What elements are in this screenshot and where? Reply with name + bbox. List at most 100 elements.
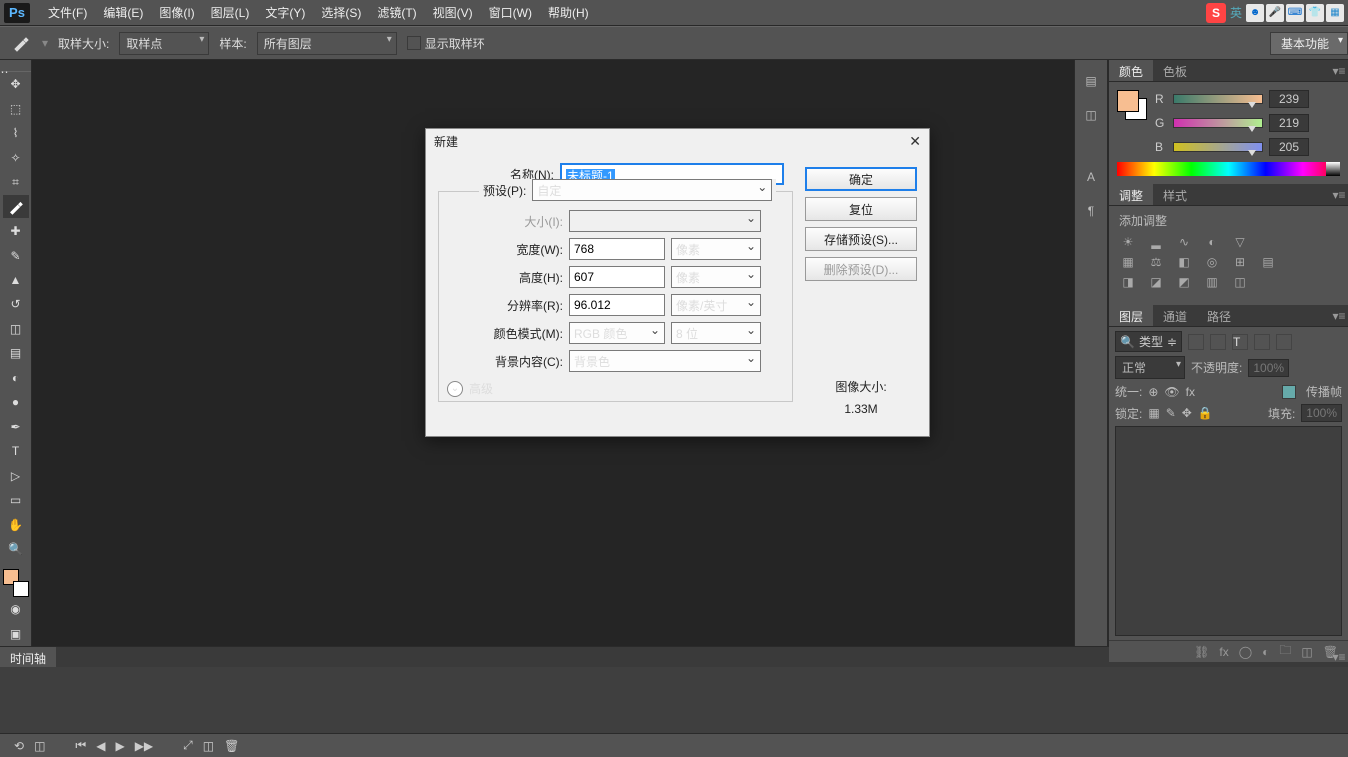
layers-list[interactable] — [1115, 426, 1342, 636]
ime-logo[interactable]: S — [1206, 3, 1226, 23]
brush-tool[interactable]: ✎ — [3, 244, 29, 266]
menu-image[interactable]: 图像(I) — [151, 4, 202, 21]
layers-panel-menu[interactable]: ▾≡ — [1330, 305, 1348, 326]
quick-mask-tool[interactable]: ◉ — [3, 598, 29, 620]
magic-wand-tool[interactable]: ✧ — [3, 146, 29, 168]
lock-all-icon[interactable]: 🔒 — [1198, 406, 1213, 420]
fill-value[interactable]: 100% — [1301, 404, 1342, 422]
adjust-layer-icon[interactable]: ◐ — [1262, 645, 1269, 659]
filter-smart-icon[interactable] — [1276, 334, 1292, 350]
height-input[interactable] — [569, 266, 665, 288]
dialog-titlebar[interactable]: 新建 ✕ — [426, 129, 929, 153]
tab-color[interactable]: 颜色 — [1109, 60, 1153, 81]
color-panel-menu[interactable]: ▾≡ — [1330, 60, 1348, 81]
marquee-tool[interactable]: ⬚ — [3, 97, 29, 119]
tl-play-icon[interactable]: ▶ — [115, 739, 124, 753]
vibrance-icon[interactable]: ▽ — [1231, 235, 1249, 249]
color-panel-swatches[interactable] — [1117, 90, 1147, 120]
tab-layers[interactable]: 图层 — [1109, 305, 1153, 326]
posterize-icon[interactable]: ◪ — [1147, 275, 1165, 289]
hue-icon[interactable]: ▦ — [1119, 255, 1137, 269]
lookup-icon[interactable]: ▤ — [1259, 255, 1277, 269]
adjust-panel-menu[interactable]: ▾≡ — [1330, 184, 1348, 205]
width-input[interactable] — [569, 238, 665, 260]
tab-swatches[interactable]: 色板 — [1153, 60, 1197, 81]
lock-pos-icon[interactable]: ✥ — [1182, 406, 1192, 420]
ime-lang[interactable]: 英 — [1230, 4, 1242, 21]
lasso-tool[interactable]: ⌇ — [3, 122, 29, 144]
paragraph-panel-icon[interactable]: ¶ — [1078, 198, 1104, 224]
hue-strip[interactable] — [1117, 162, 1340, 176]
resolution-input[interactable] — [569, 294, 665, 316]
unify-vis-icon[interactable]: 👁 — [1164, 385, 1179, 399]
ime-skin-icon[interactable]: 👕 — [1306, 4, 1324, 22]
properties-panel-icon[interactable]: ◫ — [1078, 102, 1104, 128]
unify-pos-icon[interactable]: ⊕ — [1148, 385, 1158, 399]
filter-adjust-icon[interactable] — [1210, 334, 1226, 350]
filter-shape-icon[interactable] — [1254, 334, 1270, 350]
mask-icon[interactable]: ◯ — [1239, 645, 1252, 659]
g-slider[interactable] — [1173, 118, 1263, 128]
b-value[interactable]: 205 — [1269, 138, 1309, 156]
curves-icon[interactable]: ∿ — [1175, 235, 1193, 249]
fx-icon[interactable]: fx — [1219, 645, 1228, 659]
preset-select[interactable]: 自定 — [532, 179, 772, 201]
b-slider[interactable] — [1173, 142, 1263, 152]
ok-button[interactable]: 确定 — [805, 167, 917, 191]
bitdepth-select[interactable]: 8 位 — [671, 322, 761, 344]
colormode-select[interactable]: RGB 颜色 — [569, 322, 665, 344]
menu-select[interactable]: 选择(S) — [313, 4, 369, 21]
menu-type[interactable]: 文字(Y) — [257, 4, 313, 21]
tl-delete-icon[interactable]: 🗑 — [224, 739, 239, 753]
crop-tool[interactable]: ⌗ — [3, 171, 29, 193]
type-tool[interactable]: T — [3, 440, 29, 462]
width-unit-select[interactable]: 像素 — [671, 238, 761, 260]
workspace-switcher[interactable]: 基本功能 — [1270, 32, 1348, 55]
zoom-tool[interactable]: 🔍 — [3, 538, 29, 560]
channel-mixer-icon[interactable]: ⊞ — [1231, 255, 1249, 269]
lock-pixels-icon[interactable]: ▦ — [1148, 406, 1159, 420]
r-slider[interactable] — [1173, 94, 1263, 104]
tab-paths[interactable]: 路径 — [1197, 305, 1241, 326]
bgcontent-select[interactable]: 背景色 — [569, 350, 761, 372]
tl-tween-icon[interactable]: ⟲ — [14, 739, 24, 753]
history-brush-tool[interactable]: ↺ — [3, 293, 29, 315]
character-panel-icon[interactable]: A — [1078, 164, 1104, 190]
menu-window[interactable]: 窗口(W) — [481, 4, 540, 21]
path-select-tool[interactable]: ▷ — [3, 465, 29, 487]
exposure-icon[interactable]: ◐ — [1203, 235, 1221, 249]
selective-color-icon[interactable]: ◫ — [1231, 275, 1249, 289]
screen-mode-tool[interactable]: ▣ — [3, 623, 29, 645]
filter-type-icon[interactable]: T — [1232, 334, 1248, 350]
eraser-tool[interactable]: ◫ — [3, 318, 29, 340]
opacity-value[interactable]: 100% — [1248, 359, 1289, 377]
bw-icon[interactable]: ◧ — [1175, 255, 1193, 269]
ime-keyboard-icon[interactable]: ⌨ — [1286, 4, 1304, 22]
shape-tool[interactable]: ▭ — [3, 489, 29, 511]
ime-mic-icon[interactable]: 🎤 — [1266, 4, 1284, 22]
tl-prev-icon[interactable]: ◀ — [96, 739, 105, 753]
tl-duplicate-icon[interactable]: ◫ — [34, 739, 45, 753]
lock-paint-icon[interactable]: ✎ — [1166, 406, 1176, 420]
tab-styles[interactable]: 样式 — [1153, 184, 1197, 205]
menu-filter[interactable]: 滤镜(T) — [369, 4, 424, 21]
menu-help[interactable]: 帮助(H) — [540, 4, 597, 21]
save-preset-button[interactable]: 存储预设(S)... — [805, 227, 917, 251]
hand-tool[interactable]: ✋ — [3, 513, 29, 535]
timeline-menu[interactable]: ▾≡ — [1330, 647, 1348, 667]
toolbox-grip[interactable]: ‥ — [1, 62, 31, 72]
tl-new-frame-icon[interactable]: ◫ — [203, 739, 214, 753]
color-swatches[interactable] — [3, 569, 29, 597]
levels-icon[interactable]: ▂ — [1147, 235, 1165, 249]
tl-first-icon[interactable]: ⏮ — [75, 738, 86, 753]
tl-next-icon[interactable]: ▶▶ — [135, 739, 153, 753]
gradient-tool[interactable]: ▤ — [3, 342, 29, 364]
ime-grid-icon[interactable]: ▦ — [1326, 4, 1344, 22]
filter-pixel-icon[interactable] — [1188, 334, 1204, 350]
move-tool[interactable]: ✥ — [3, 73, 29, 95]
gradient-map-icon[interactable]: ▥ — [1203, 275, 1221, 289]
menu-edit[interactable]: 编辑(E) — [95, 4, 151, 21]
menu-layer[interactable]: 图层(L) — [203, 4, 258, 21]
dodge-tool[interactable]: ● — [3, 391, 29, 413]
stamp-tool[interactable]: ▲ — [3, 269, 29, 291]
